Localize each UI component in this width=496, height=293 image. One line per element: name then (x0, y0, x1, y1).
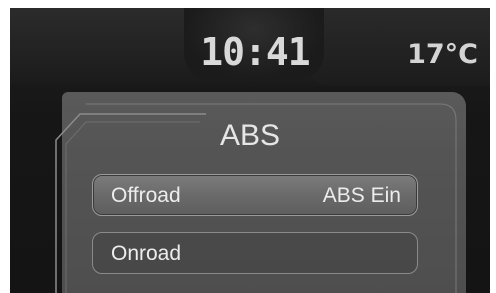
menu-item-offroad[interactable]: Offroad ABS Ein (92, 174, 418, 216)
menu-item-value: ABS Ein (322, 184, 401, 207)
instrument-display: 10:41 17°C ABS Offroad ABS Ein Onroad (10, 8, 490, 293)
menu-item-label: Onroad (111, 242, 182, 265)
menu-item-label: Offroad (111, 184, 181, 207)
menu-title: ABS (219, 119, 281, 152)
menu-item-onroad[interactable]: Onroad (92, 232, 418, 274)
photo-frame: 10:41 17°C ABS Offroad ABS Ein Onroad (0, 0, 496, 293)
